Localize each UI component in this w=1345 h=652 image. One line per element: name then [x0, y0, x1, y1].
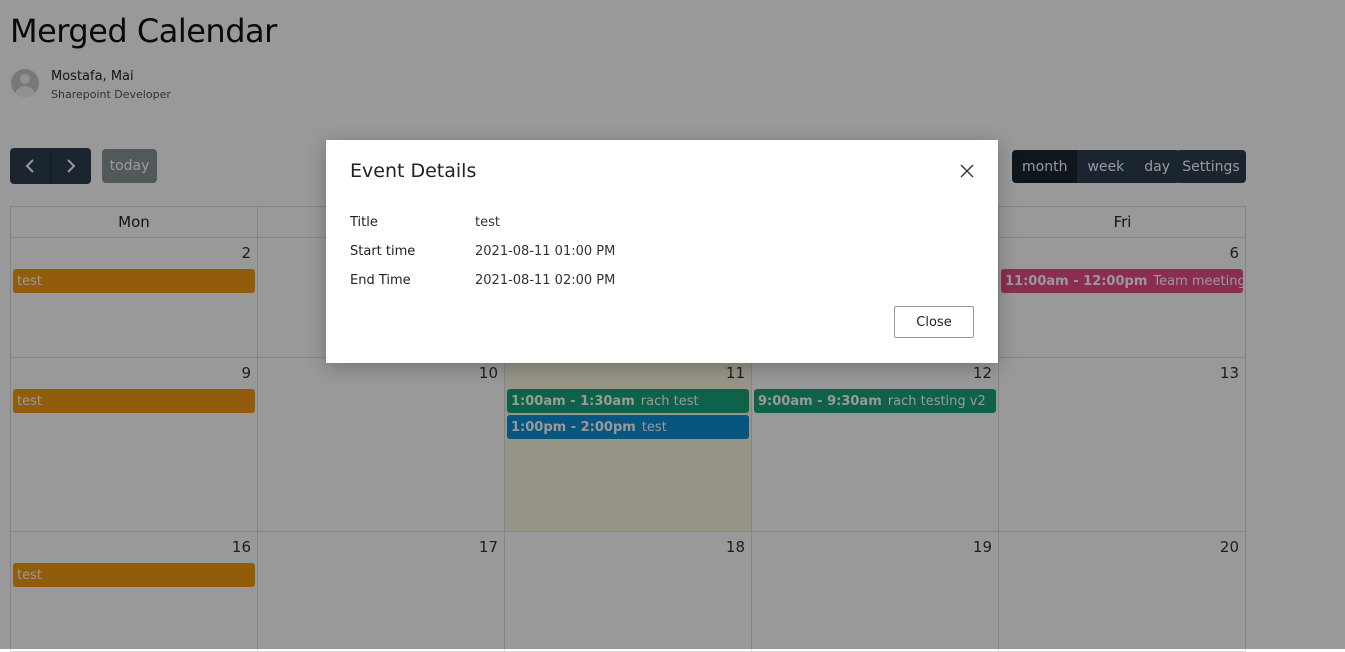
detail-label: Title	[350, 215, 378, 230]
detail-value: 2021-08-11 01:00 PM	[475, 244, 616, 259]
detail-row: Title test	[350, 215, 500, 230]
event-details-modal: Event Details Title test Start time 2021-08…	[326, 140, 998, 363]
detail-value: 2021-08-11 02:00 PM	[475, 273, 616, 288]
detail-value: test	[475, 215, 500, 230]
close-icon	[960, 164, 974, 178]
modal-close-button[interactable]	[954, 158, 980, 184]
detail-row: End Time 2021-08-11 02:00 PM	[350, 273, 615, 288]
detail-label: End Time	[350, 273, 411, 288]
modal-title: Event Details	[350, 160, 477, 182]
detail-row: Start time 2021-08-11 01:00 PM	[350, 244, 615, 259]
close-button[interactable]: Close	[894, 306, 974, 338]
detail-label: Start time	[350, 244, 416, 259]
